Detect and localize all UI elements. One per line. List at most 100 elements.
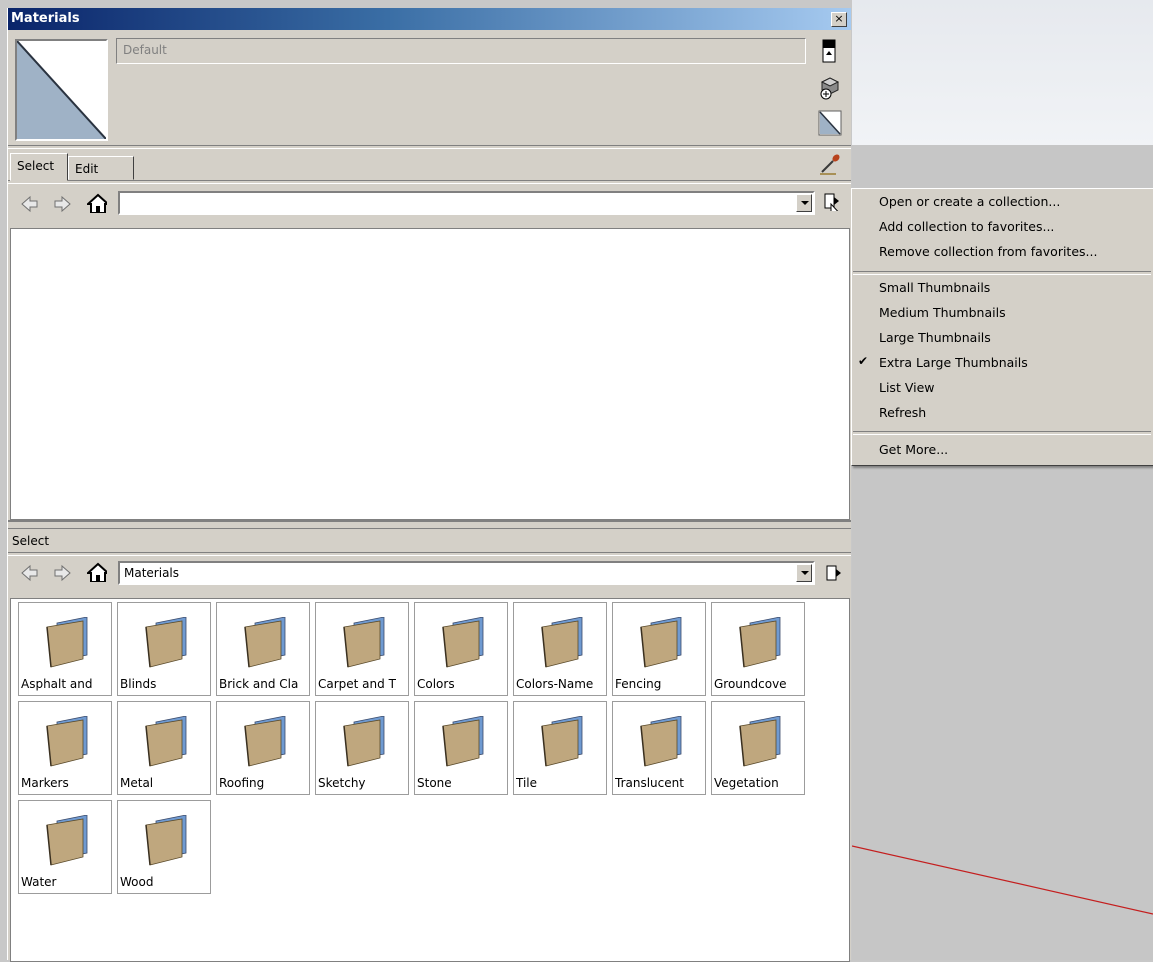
folder-icon [145, 617, 187, 668]
menu-item-medium-thumbnails[interactable]: Medium Thumbnails [879, 305, 1006, 320]
folder-tile[interactable]: Colors [414, 602, 508, 696]
folder-tile[interactable]: Water [18, 800, 112, 894]
create-material-button[interactable] [818, 74, 840, 100]
materials-panel: Materials × Default Select Edit Select M… [7, 8, 851, 962]
back-arrow-icon[interactable] [20, 194, 40, 214]
display-pane-icon [822, 39, 836, 63]
folder-icon [343, 617, 385, 668]
folder-icon [739, 716, 781, 767]
model-viewport[interactable] [852, 0, 1153, 960]
display-secondary-pane-button[interactable] [818, 38, 840, 64]
secondary-divider [8, 552, 851, 556]
material-preview-swatch [15, 39, 108, 141]
folder-icon [145, 815, 187, 866]
collection-combo[interactable] [118, 191, 815, 215]
secondary-collection-combo[interactable]: Materials [118, 561, 815, 585]
tab-select[interactable]: Select [10, 153, 68, 181]
back-arrow-icon[interactable] [20, 563, 40, 583]
menu-item-open-collection[interactable]: Open or create a collection... [879, 194, 1060, 209]
menu-item-refresh[interactable]: Refresh [879, 405, 926, 420]
folder-icon [244, 716, 286, 767]
folder-label: Water [21, 875, 57, 889]
folder-icon [739, 617, 781, 668]
folder-icon [145, 716, 187, 767]
forward-arrow-icon[interactable] [52, 194, 72, 214]
folder-icon [640, 716, 682, 767]
folder-tile[interactable]: Groundcove [711, 602, 805, 696]
folder-tile[interactable]: Stone [414, 701, 508, 795]
chevron-down-icon[interactable] [796, 194, 812, 212]
sample-paint-button[interactable] [818, 151, 842, 177]
folder-label: Wood [120, 875, 154, 889]
folder-tile[interactable]: Asphalt and [18, 602, 112, 696]
menu-separator [853, 271, 1151, 275]
folder-tile[interactable]: Brick and Cla [216, 602, 310, 696]
menu-item-small-thumbnails[interactable]: Small Thumbnails [879, 280, 990, 295]
menu-item-list-view[interactable]: List View [879, 380, 935, 395]
folder-label: Brick and Cla [219, 677, 299, 691]
panel-title: Materials [11, 11, 80, 26]
folder-tile[interactable]: Roofing [216, 701, 310, 795]
folder-tile[interactable]: Colors-Name [513, 602, 607, 696]
secondary-select-label: Select [12, 534, 50, 548]
menu-separator [853, 431, 1151, 435]
folder-label: Tile [516, 776, 538, 790]
folder-tile[interactable]: Translucent [612, 701, 706, 795]
folder-label: Roofing [219, 776, 265, 790]
folder-icon [442, 617, 484, 668]
details-arrow-button[interactable] [822, 191, 842, 211]
folder-tile[interactable]: Fencing [612, 602, 706, 696]
pane-splitter[interactable] [8, 520, 851, 529]
check-icon: ✔ [858, 354, 869, 368]
folder-label: Fencing [615, 677, 662, 691]
red-axis-line [852, 845, 1153, 915]
close-button[interactable]: × [831, 12, 847, 27]
tab-divider [8, 180, 851, 184]
folder-icon [541, 716, 583, 767]
folder-tile[interactable]: Wood [117, 800, 211, 894]
selection-pane[interactable] [10, 228, 850, 520]
folder-icon [640, 617, 682, 668]
folder-label: Groundcove [714, 677, 787, 691]
default-material-button[interactable] [818, 110, 842, 136]
menu-item-add-favorite[interactable]: Add collection to favorites... [879, 219, 1054, 234]
folder-tile[interactable]: Blinds [117, 602, 211, 696]
secondary-details-button[interactable] [824, 564, 844, 584]
folder-label: Colors [417, 677, 455, 691]
section-divider [8, 145, 851, 149]
menu-item-large-thumbnails[interactable]: Large Thumbnails [879, 330, 991, 345]
folder-tile[interactable]: Vegetation [711, 701, 805, 795]
chevron-down-icon[interactable] [796, 564, 812, 582]
home-icon[interactable] [87, 193, 107, 213]
secondary-combo-value: Materials [124, 566, 180, 580]
folder-icon [541, 617, 583, 668]
folder-label: Sketchy [318, 776, 366, 790]
folder-icon [46, 617, 88, 668]
folder-label: Blinds [120, 677, 157, 691]
default-swatch-icon [818, 110, 842, 136]
folder-label: Vegetation [714, 776, 779, 790]
forward-arrow-icon[interactable] [52, 563, 72, 583]
folder-icon [46, 716, 88, 767]
tab-edit[interactable]: Edit [68, 156, 134, 180]
folder-icon [244, 617, 286, 668]
panel-titlebar[interactable]: Materials × [8, 8, 851, 30]
create-material-icon [820, 77, 840, 100]
material-name-field[interactable]: Default [116, 38, 806, 64]
menu-item-get-more[interactable]: Get More... [879, 442, 948, 457]
folder-label: Markers [21, 776, 69, 790]
menu-item-extra-large-thumbnails[interactable]: Extra Large Thumbnails [879, 355, 1028, 370]
default-material-icon [17, 41, 106, 139]
menu-item-remove-favorite[interactable]: Remove collection from favorites... [879, 244, 1097, 259]
details-context-menu: Open or create a collection... Add colle… [851, 188, 1153, 466]
folder-tile[interactable]: Markers [18, 701, 112, 795]
folder-tile[interactable]: Sketchy [315, 701, 409, 795]
folder-tile[interactable]: Metal [117, 701, 211, 795]
home-icon[interactable] [87, 562, 107, 582]
folder-tile[interactable]: Carpet and T [315, 602, 409, 696]
folder-label: Metal [120, 776, 154, 790]
folder-icon [46, 815, 88, 866]
folder-icon [442, 716, 484, 767]
collection-pane: Asphalt and Blinds Brick and Cla Carpet and… [10, 598, 850, 962]
folder-tile[interactable]: Tile [513, 701, 607, 795]
